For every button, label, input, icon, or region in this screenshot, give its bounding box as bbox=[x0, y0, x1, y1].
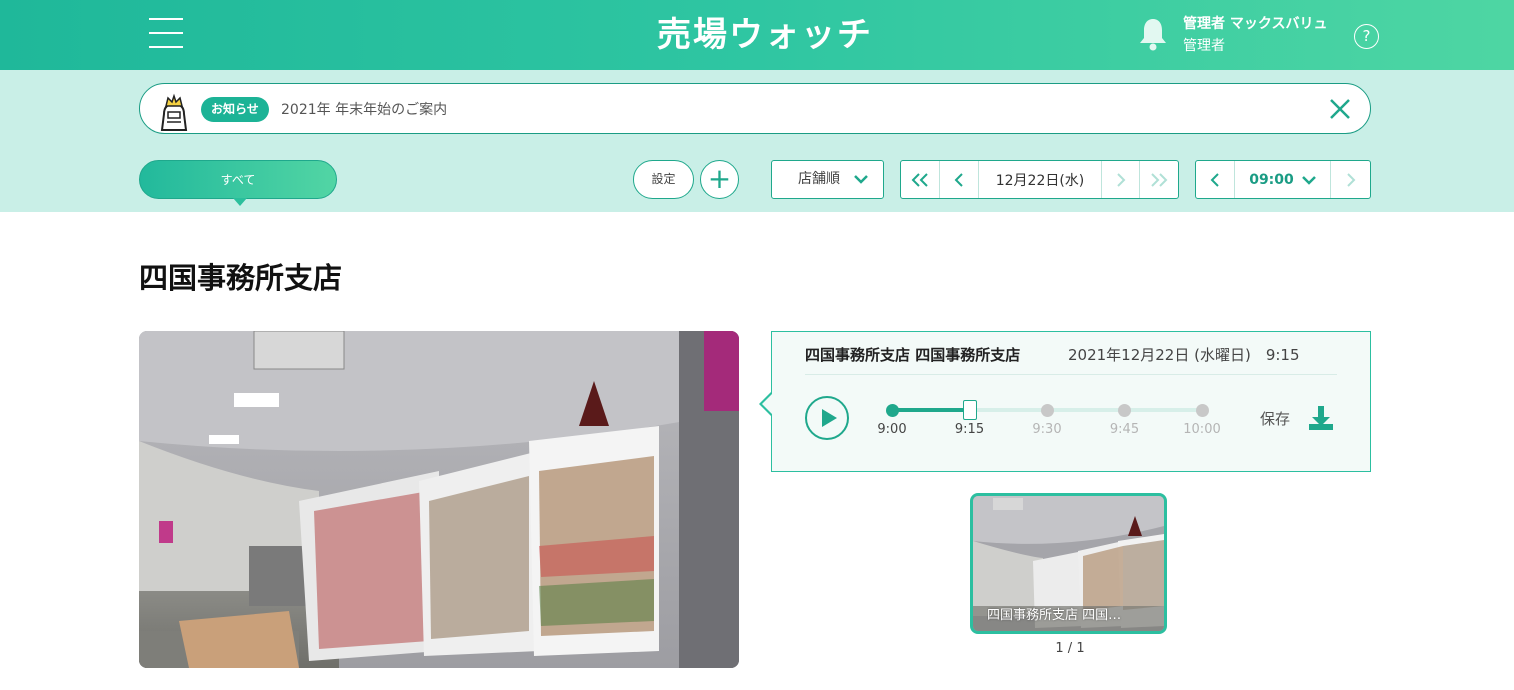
timeline-label: 9:45 bbox=[1109, 422, 1140, 437]
timeline-point[interactable] bbox=[885, 404, 899, 417]
next-week-button[interactable] bbox=[1140, 161, 1178, 198]
bell-icon[interactable] bbox=[1138, 17, 1168, 51]
app-logo[interactable]: 売場ウォッチ bbox=[640, 10, 890, 60]
chevron-right-icon bbox=[1346, 172, 1355, 187]
help-icon[interactable]: ? bbox=[1354, 24, 1379, 49]
timeline-label: 9:00 bbox=[877, 422, 907, 437]
tab-all[interactable]: すべて bbox=[139, 160, 337, 206]
date-label: 12月22日(水) bbox=[995, 172, 1085, 189]
notice-text[interactable]: 2021年 年末年始のご案内 bbox=[281, 99, 447, 119]
announcer-icon bbox=[160, 93, 188, 131]
timeline-label: 9:15 bbox=[954, 422, 985, 437]
play-button[interactable] bbox=[805, 396, 849, 440]
thumbnail-label: 四国事務所支店 四国… bbox=[987, 608, 1122, 623]
time-navigator: 09:00 bbox=[1195, 160, 1371, 199]
timeline-point[interactable] bbox=[1040, 404, 1054, 417]
user-role: 管理者 bbox=[1183, 38, 1225, 54]
chevron-right-icon bbox=[1116, 172, 1125, 187]
timeline-label: 10:00 bbox=[1183, 422, 1221, 437]
page-title: 四国事務所支店 bbox=[139, 261, 343, 295]
snapshot-info-card: 四国事務所支店 四国事務所支店 2021年12月22日 (水曜日) 9:15 保… bbox=[759, 331, 1371, 472]
next-day-button[interactable] bbox=[1102, 161, 1140, 198]
add-button[interactable]: + bbox=[700, 160, 739, 199]
chevron-left-icon bbox=[1210, 172, 1219, 187]
thumbnail-card[interactable]: 四国事務所支店 四国… bbox=[970, 493, 1167, 634]
info-store-name: 四国事務所支店 四国事務所支店 bbox=[805, 346, 1021, 364]
settings-button[interactable]: 設定 bbox=[633, 160, 694, 199]
store-shelf-image bbox=[139, 331, 739, 668]
pager: 1 / 1 bbox=[1055, 641, 1085, 656]
notice-bar[interactable]: お知らせ 2021年 年末年始のご案内 bbox=[139, 83, 1371, 134]
app-header: 売場ウォッチ 管理者 マックスバリュ 管理者 ? bbox=[0, 0, 1514, 70]
chevron-down-icon bbox=[854, 175, 868, 184]
chevron-left-icon bbox=[954, 172, 963, 187]
user-name[interactable]: 管理者 マックスバリュ bbox=[1183, 13, 1327, 33]
timeline-point[interactable] bbox=[1118, 404, 1131, 417]
prev-week-button[interactable] bbox=[901, 161, 940, 198]
sort-select-label: 店舗順 bbox=[798, 171, 840, 187]
camera-image[interactable] bbox=[139, 331, 739, 668]
sort-select[interactable]: 店舗順 bbox=[771, 160, 884, 199]
time-select[interactable]: 09:00 bbox=[1235, 161, 1331, 198]
date-navigator: 12月22日(水) bbox=[900, 160, 1179, 199]
timeline-label: 9:30 bbox=[1032, 422, 1062, 437]
double-chevron-right-icon bbox=[1151, 172, 1168, 187]
timeline-point[interactable] bbox=[1195, 404, 1209, 417]
double-chevron-left-icon bbox=[911, 172, 928, 187]
download-icon[interactable] bbox=[1307, 404, 1335, 432]
prev-day-button[interactable] bbox=[940, 161, 979, 198]
save-label[interactable]: 保存 bbox=[1260, 408, 1290, 429]
next-time-button[interactable] bbox=[1331, 161, 1370, 198]
chevron-down-icon bbox=[1301, 175, 1316, 185]
info-datetime: 2021年12月22日 (水曜日) 9:15 bbox=[1068, 346, 1300, 364]
close-icon[interactable] bbox=[1326, 95, 1354, 123]
menu-icon[interactable] bbox=[149, 18, 183, 50]
date-display[interactable]: 12月22日(水) bbox=[979, 161, 1102, 198]
divider bbox=[805, 374, 1337, 375]
prev-time-button[interactable] bbox=[1196, 161, 1235, 198]
timeline-progress bbox=[892, 408, 970, 412]
notice-badge: お知らせ bbox=[201, 97, 269, 122]
time-label: 09:00 bbox=[1249, 171, 1294, 188]
timeline-point[interactable] bbox=[962, 400, 977, 420]
